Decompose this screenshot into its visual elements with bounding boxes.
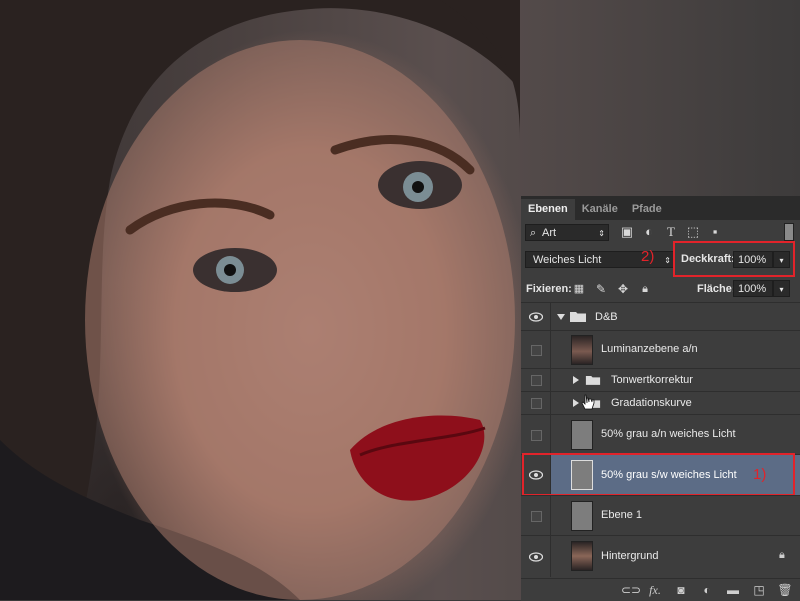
expand-triangle-icon[interactable] (573, 376, 579, 384)
fx-icon[interactable]: fx. (647, 582, 663, 598)
chevron-updown-icon: ⇕ (664, 256, 671, 265)
layers-bottom-bar: ⊂⊃ fx. ◙ ◐ ▬ ◳ 🗑︎ (521, 578, 800, 601)
smart-object-filter-icon[interactable]: ▪ (707, 224, 723, 240)
shape-filter-icon[interactable]: ⬚ (685, 224, 701, 240)
layer-thumbnail (571, 420, 593, 450)
layer-name: 50% grau a/n weiches Licht (601, 428, 736, 440)
fill-input[interactable]: 100% (733, 280, 773, 297)
layer-name: Ebene 1 (601, 509, 642, 521)
expand-triangle-icon[interactable] (557, 314, 565, 320)
lock-all-icon[interactable]: 🔒︎ (637, 281, 653, 297)
tab-kanaele[interactable]: Kanäle (575, 199, 625, 220)
expand-triangle-icon[interactable] (573, 399, 579, 407)
type-filter-icon[interactable]: T (663, 224, 679, 240)
layer-name: Luminanzebene a/n (601, 343, 698, 355)
layer-row-hintergrund[interactable]: Hintergrund 🔒︎ (521, 535, 800, 577)
layer-thumbnail (571, 541, 593, 571)
visibility-toggle[interactable] (521, 303, 551, 330)
eye-icon (529, 552, 543, 562)
new-group-icon[interactable]: ▬ (725, 582, 741, 598)
tab-ebenen[interactable]: Ebenen (521, 199, 575, 220)
trash-icon[interactable]: 🗑︎ (777, 582, 793, 598)
filter-label: Art (542, 227, 557, 239)
link-icon[interactable]: ⊂⊃ (621, 582, 641, 598)
layer-name: Hintergrund (601, 550, 659, 562)
visibility-toggle[interactable] (521, 496, 551, 535)
lock-icon: 🔒︎ (779, 549, 785, 561)
folder-icon (585, 376, 601, 385)
layer-row-50-grau-a-n[interactable]: 50% grau a/n weiches Licht (521, 414, 800, 454)
visibility-toggle[interactable] (521, 536, 551, 577)
visibility-toggle[interactable] (521, 392, 551, 414)
visibility-checkbox (531, 511, 542, 522)
visibility-checkbox (531, 345, 542, 356)
visibility-toggle[interactable] (521, 331, 551, 368)
fill-label: Fläche: (697, 283, 736, 295)
layer-name: Tonwertkorrektur (611, 374, 693, 386)
image-filter-icon[interactable]: ▣ (619, 224, 635, 240)
layer-row-tonwertkorrektur[interactable]: Tonwertkorrektur (521, 368, 800, 391)
hand-cursor-icon (581, 394, 595, 410)
eye-icon (529, 312, 543, 322)
lock-image-pixels-icon[interactable]: ✎ (593, 281, 609, 297)
layers-panel: Ebenen Kanäle Pfade ⌕ Art ⇕ ▣ ◐ T ⬚ ▪ We… (521, 196, 800, 601)
filter-toggle[interactable] (784, 223, 794, 241)
panel-tabs: Ebenen Kanäle Pfade (521, 196, 800, 220)
search-icon: ⌕ (530, 227, 537, 239)
lock-label: Fixieren: (526, 283, 572, 295)
layer-row-ebene-1[interactable]: Ebene 1 (521, 495, 800, 535)
fill-value: 100% (738, 283, 767, 295)
mask-icon[interactable]: ◙ (673, 582, 689, 598)
chevron-updown-icon: ⇕ (598, 229, 605, 238)
tab-pfade[interactable]: Pfade (625, 199, 669, 220)
lock-position-icon[interactable]: ✥ (615, 281, 631, 297)
layer-name: D&B (595, 311, 618, 323)
annotation-2-label: 2) (641, 248, 655, 265)
new-layer-icon[interactable]: ◳ (751, 582, 767, 598)
visibility-checkbox (531, 398, 542, 409)
visibility-toggle[interactable] (521, 415, 551, 454)
visibility-checkbox (531, 430, 542, 441)
blend-mode-value: Weiches Licht (533, 254, 602, 266)
layer-name: Gradationskurve (611, 397, 692, 409)
adjustment-icon[interactable]: ◐ (699, 582, 715, 598)
visibility-checkbox (531, 375, 542, 386)
chevron-down-icon: ▾ (779, 285, 784, 294)
layer-row-gradationskurve[interactable]: Gradationskurve (521, 391, 800, 414)
layer-thumbnail (571, 335, 593, 365)
layer-filter-select[interactable]: ⌕ Art ⇕ (525, 224, 609, 241)
layer-row-d-b-group[interactable]: D&B (521, 302, 800, 330)
annotation-2-box (673, 241, 795, 277)
annotation-1-box (522, 453, 795, 496)
adjustment-filter-icon[interactable]: ◐ (641, 224, 657, 240)
lock-transparent-pixels-icon[interactable]: ▦ (571, 281, 587, 297)
visibility-toggle[interactable] (521, 369, 551, 391)
fill-dropdown-button[interactable]: ▾ (773, 280, 790, 297)
layer-row-luminanzebene[interactable]: Luminanzebene a/n (521, 330, 800, 368)
folder-icon (570, 312, 586, 322)
layer-thumbnail (571, 501, 593, 531)
